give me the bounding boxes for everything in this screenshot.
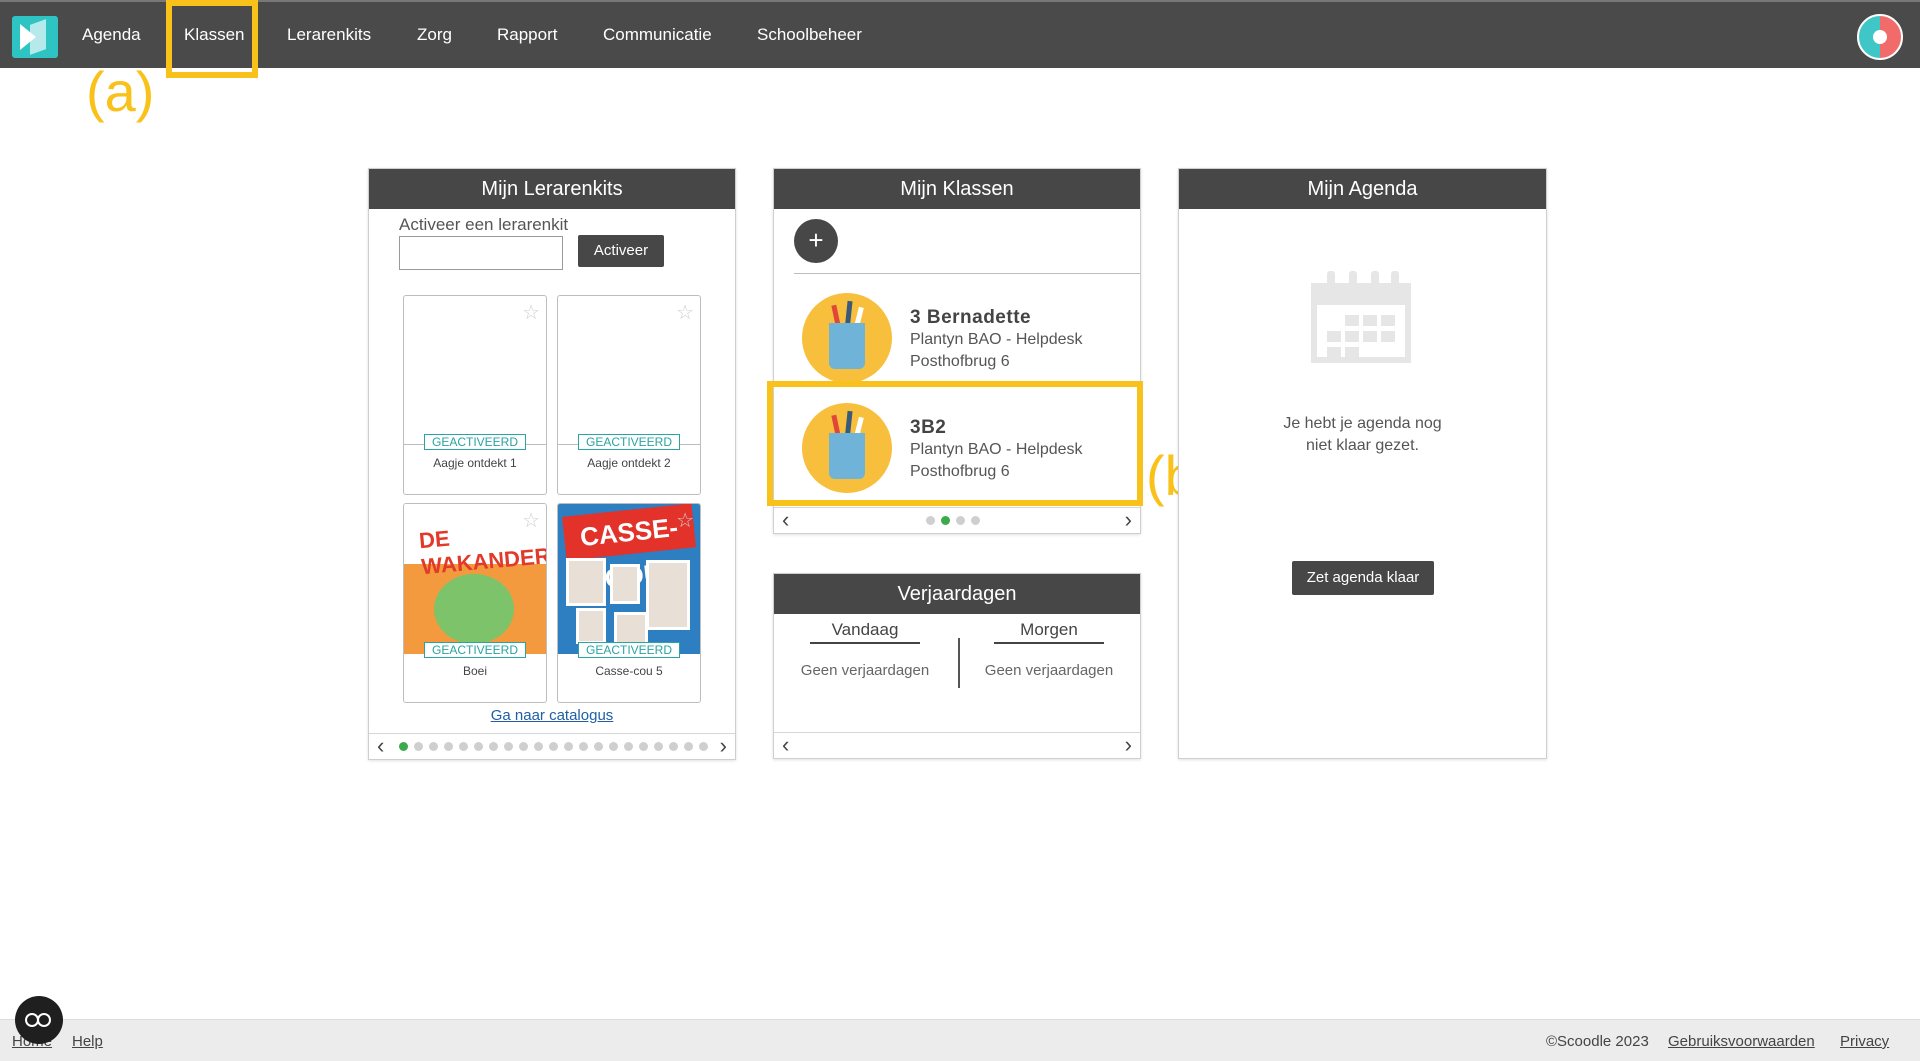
chevron-left-icon[interactable]: ‹ [782, 508, 789, 532]
agenda-card: Mijn Agenda Je hebt je agenda nog niet k… [1178, 168, 1547, 759]
verjaardagen-card: Verjaardagen Vandaag Geen verjaardagen M… [773, 573, 1141, 759]
birthdays-pager: ‹ › [774, 732, 1140, 758]
today-label: Vandaag [810, 620, 920, 644]
klassen-title: Mijn Klassen [774, 169, 1140, 209]
nav-item-schoolbeheer[interactable]: Schoolbeheer [757, 20, 862, 50]
pager-dot[interactable] [669, 742, 678, 751]
chevron-right-icon[interactable]: › [1125, 508, 1132, 532]
annotation-a: (a) [86, 60, 155, 123]
nav-item-zorg[interactable]: Zorg [417, 20, 452, 50]
activated-badge: GEACTIVEERD [424, 642, 526, 658]
activate-label: Activeer een lerarenkit [399, 215, 569, 234]
class-avatar-icon [802, 293, 892, 383]
chevron-right-icon[interactable]: › [1125, 733, 1132, 757]
highlight-klassen-nav [166, 0, 258, 78]
nav-item-lerarenkits[interactable]: Lerarenkits [287, 20, 371, 50]
chevron-left-icon[interactable]: ‹ [782, 733, 789, 757]
pager-dot[interactable] [444, 742, 453, 751]
pager-dot[interactable] [654, 742, 663, 751]
pager-dot[interactable] [489, 742, 498, 751]
activate-code-input[interactable] [399, 236, 563, 270]
agenda-empty-text: Je hebt je agenda nog niet klaar gezet. [1283, 415, 1442, 454]
user-avatar-icon[interactable] [1857, 14, 1903, 60]
pager-dot[interactable] [414, 742, 423, 751]
birthdays-today: Vandaag Geen verjaardagen [801, 620, 929, 679]
pager-dots [399, 742, 708, 751]
accessibility-icon[interactable] [15, 996, 63, 1044]
pager-dot[interactable] [624, 742, 633, 751]
kit-tile-aagje-2[interactable]: ☆ GEACTIVEERD Aagje ontdekt 2 [557, 295, 701, 495]
tomorrow-text: Geen verjaardagen [984, 662, 1114, 679]
pager-dot[interactable] [684, 742, 693, 751]
pager-dot[interactable] [534, 742, 543, 751]
verjaardagen-title: Verjaardagen [774, 574, 1140, 614]
footer-terms-link[interactable]: Gebruiksvoorwaarden [1668, 1033, 1815, 1050]
class-item-3-bernadette[interactable]: 3 Bernadette Plantyn BAO - Helpdesk Post… [774, 283, 1144, 383]
catalog-link[interactable]: Ga naar catalogus [369, 707, 735, 724]
footer: Home Help ©Scoodle 2023 Gebruiksvoorwaar… [0, 1019, 1920, 1061]
pager-dot[interactable] [564, 742, 573, 751]
chevron-left-icon[interactable]: ‹ [377, 734, 384, 758]
calendar-icon [1311, 271, 1411, 363]
add-class-button[interactable]: + [794, 219, 838, 263]
top-navigation: Agenda Klassen Lerarenkits Zorg Rapport … [0, 0, 1920, 68]
today-text: Geen verjaardagen [800, 662, 930, 679]
activated-badge: GEACTIVEERD [424, 434, 526, 450]
kits-pager: ‹ › [369, 733, 735, 759]
pager-dot[interactable] [594, 742, 603, 751]
pager-dot[interactable] [956, 516, 965, 525]
kit-name: Casse-cou 5 [595, 664, 663, 678]
lerarenkits-card: Mijn Lerarenkits Activeer een lerarenkit… [368, 168, 736, 760]
class-school: Plantyn BAO - Helpdesk [910, 331, 1083, 348]
class-name: 3 Bernadette [910, 307, 1032, 328]
pager-dot[interactable] [609, 742, 618, 751]
pager-dot[interactable] [429, 742, 438, 751]
pager-dot[interactable] [639, 742, 648, 751]
pager-dot[interactable] [459, 742, 468, 751]
chevron-right-icon[interactable]: › [720, 734, 727, 758]
pager-dot[interactable] [474, 742, 483, 751]
activated-badge: GEACTIVEERD [578, 434, 680, 450]
nav-item-rapport[interactable]: Rapport [497, 20, 557, 50]
star-icon[interactable]: ☆ [522, 300, 540, 325]
lerarenkits-title: Mijn Lerarenkits [369, 169, 735, 209]
pager-dot[interactable] [504, 742, 513, 751]
agenda-title: Mijn Agenda [1179, 169, 1546, 209]
kit-tile-boei[interactable]: DE WAKANDERS ☆ GEACTIVEERD Boei [403, 503, 547, 703]
kit-tile-casse-cou[interactable]: CASSE-COU ☆ GEACTIVEERD Casse-cou 5 [557, 503, 701, 703]
pager-dot[interactable] [519, 742, 528, 751]
birthdays-tomorrow: Morgen Geen verjaardagen [985, 620, 1113, 679]
star-icon[interactable]: ☆ [522, 508, 540, 533]
star-icon[interactable]: ☆ [676, 300, 694, 325]
pager-dot[interactable] [926, 516, 935, 525]
highlight-class-3b2 [767, 381, 1143, 506]
pager-dot[interactable] [549, 742, 558, 751]
activated-badge: GEACTIVEERD [578, 642, 680, 658]
star-icon[interactable]: ☆ [676, 508, 694, 533]
pager-dot[interactable] [399, 742, 408, 751]
classes-pager: ‹ › [774, 507, 1140, 533]
pager-dot[interactable] [579, 742, 588, 751]
footer-privacy-link[interactable]: Privacy [1840, 1033, 1889, 1050]
kit-name: Boei [462, 664, 488, 678]
pager-dot[interactable] [971, 516, 980, 525]
kit-tile-aagje-1[interactable]: ☆ GEACTIVEERD Aagje ontdekt 1 [403, 295, 547, 495]
class-address: Posthofbrug 6 [910, 353, 1010, 370]
tomorrow-label: Morgen [994, 620, 1104, 644]
kit-name: Aagje ontdekt 1 [433, 456, 517, 470]
kit-name: Aagje ontdekt 2 [587, 456, 671, 470]
pager-dot[interactable] [699, 742, 708, 751]
pager-dot[interactable] [941, 516, 950, 525]
nav-item-agenda[interactable]: Agenda [82, 20, 141, 50]
nav-item-communicatie[interactable]: Communicatie [603, 20, 712, 50]
pager-dots [926, 516, 980, 525]
setup-agenda-button[interactable]: Zet agenda klaar [1292, 561, 1434, 595]
footer-help-link[interactable]: Help [72, 1033, 103, 1050]
scoodle-logo-icon[interactable] [12, 16, 58, 58]
activate-button[interactable]: Activeer [578, 235, 664, 267]
footer-copyright: ©Scoodle 2023 [1546, 1033, 1649, 1050]
